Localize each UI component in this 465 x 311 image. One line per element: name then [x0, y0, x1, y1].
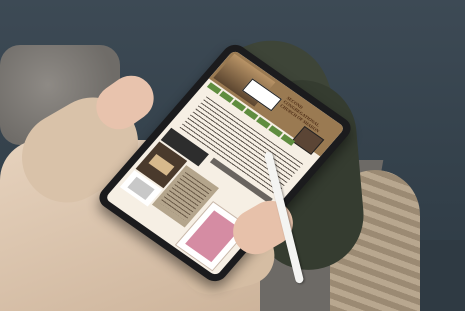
- photo-scene: SECOND CONGREGATIONAL CHURCH OF SHARON: [0, 0, 465, 311]
- hero-sign: [241, 78, 282, 112]
- thumbnail-image: [185, 210, 241, 263]
- thumbnail-logo: [148, 154, 175, 176]
- thumbnail-logo: [127, 176, 155, 201]
